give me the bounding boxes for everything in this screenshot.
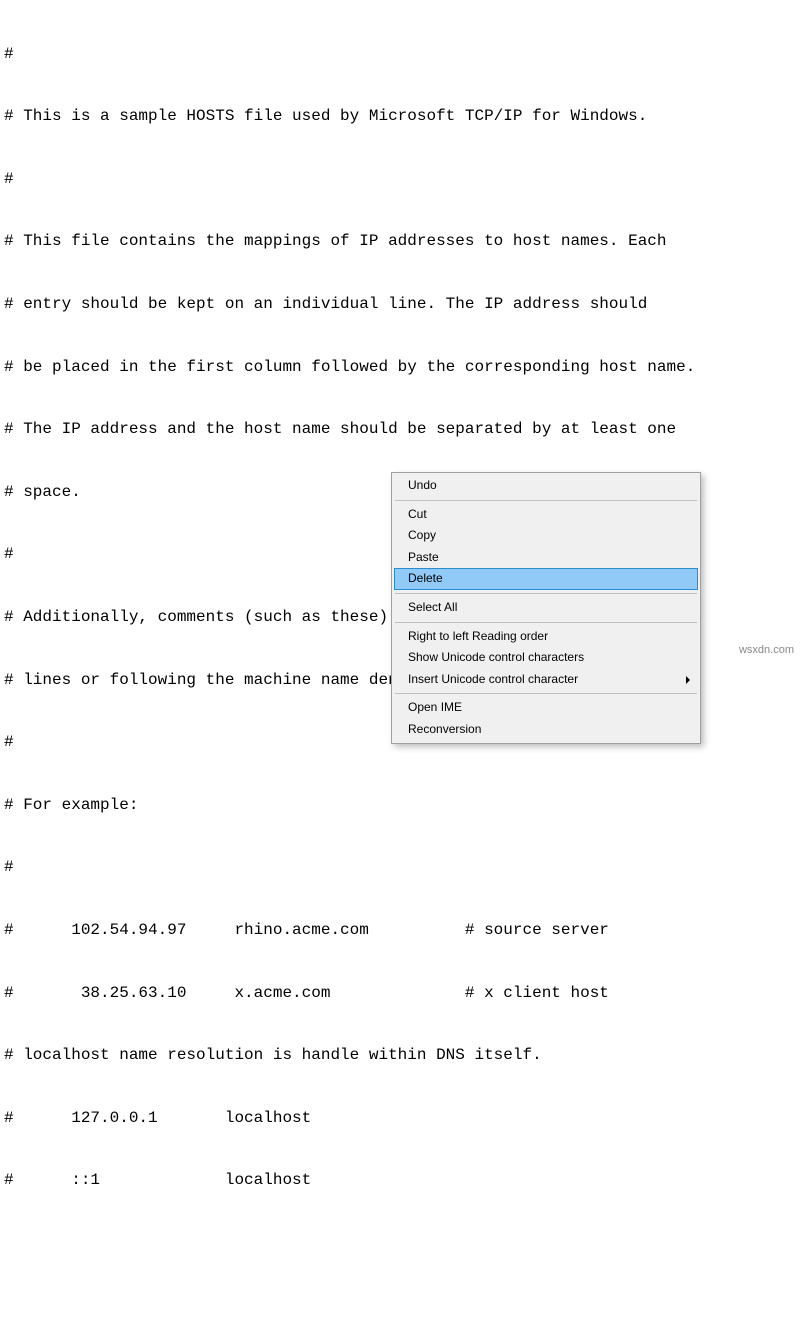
hosts-line: # 38.25.63.10 x.acme.com # x client host [4,983,796,1004]
menu-undo[interactable]: Undo [394,475,698,497]
hosts-line: # [4,44,796,65]
hosts-line: # The IP address and the host name shoul… [4,419,796,440]
menu-separator [395,693,697,694]
hosts-line: # For example: [4,795,796,816]
hosts-line [4,1233,796,1254]
menu-separator [395,622,697,623]
menu-item-label: Insert Unicode control character [408,672,578,686]
menu-rtl-reading[interactable]: Right to left Reading order [394,626,698,648]
hosts-line: # be placed in the first column followed… [4,357,796,378]
hosts-line: # [4,169,796,190]
menu-delete[interactable]: Delete [394,568,698,590]
menu-reconversion[interactable]: Reconversion [394,719,698,741]
hosts-line: # [4,857,796,878]
menu-separator [395,593,697,594]
hosts-line: # localhost name resolution is handle wi… [4,1045,796,1066]
hosts-line: # This is a sample HOSTS file used by Mi… [4,106,796,127]
menu-separator [395,500,697,501]
hosts-line: # 102.54.94.97 rhino.acme.com # source s… [4,920,796,941]
hosts-line: # ::1 localhost [4,1170,796,1191]
watermark-text: wsxdn.com [739,643,794,657]
menu-copy[interactable]: Copy [394,525,698,547]
menu-cut[interactable]: Cut [394,504,698,526]
menu-show-unicode[interactable]: Show Unicode control characters [394,647,698,669]
hosts-line [4,1295,796,1316]
context-menu: Undo Cut Copy Paste Delete Select All Ri… [391,472,701,744]
menu-insert-unicode[interactable]: Insert Unicode control character [394,669,698,691]
submenu-arrow-icon [686,676,690,684]
hosts-line: # 127.0.0.1 localhost [4,1108,796,1129]
menu-paste[interactable]: Paste [394,547,698,569]
hosts-line: # entry should be kept on an individual … [4,294,796,315]
menu-open-ime[interactable]: Open IME [394,697,698,719]
hosts-line: # This file contains the mappings of IP … [4,231,796,252]
menu-select-all[interactable]: Select All [394,597,698,619]
